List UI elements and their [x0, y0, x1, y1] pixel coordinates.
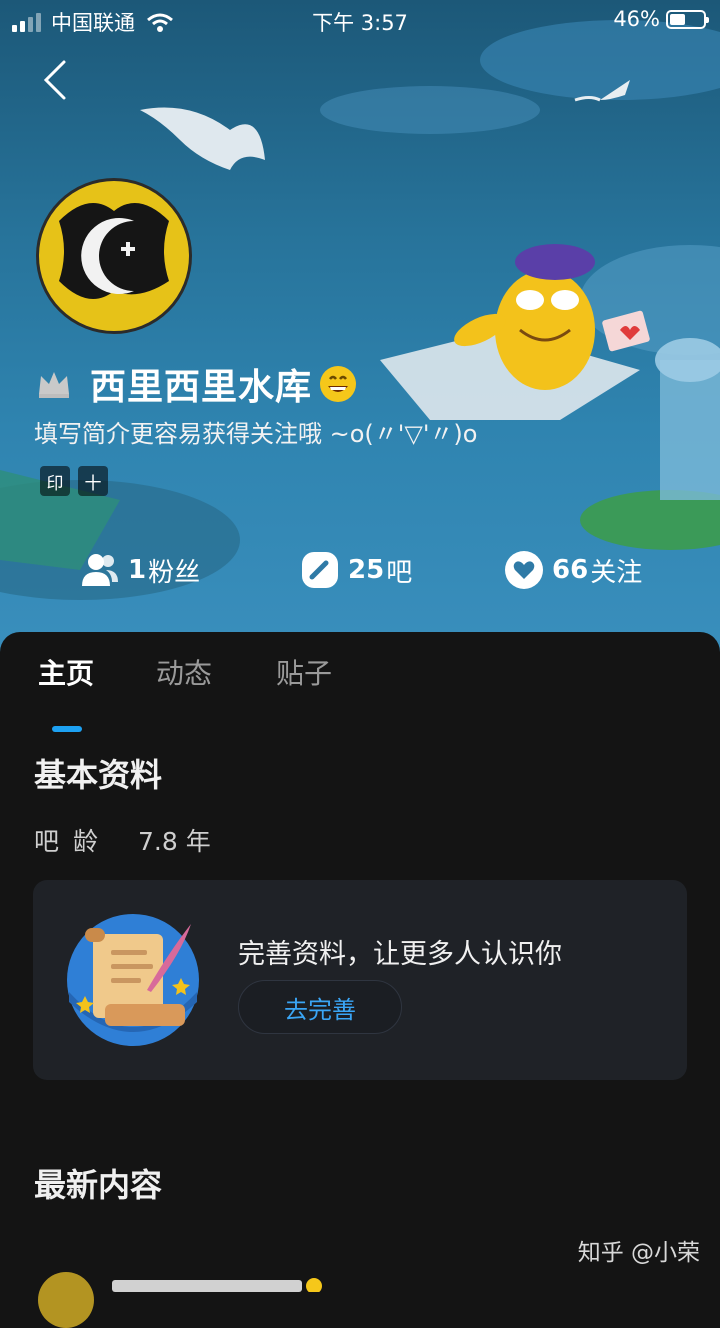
complete-profile-card[interactable]: 完善资料，让更多人认识你 去完善 — [33, 880, 687, 1080]
battery-icon — [666, 9, 709, 29]
bar-age-row: 吧龄 7.8 年 — [34, 822, 211, 858]
tab-bar: 主页 动态 贴子 — [0, 652, 720, 732]
bar-age-value: 7.8 年 — [138, 827, 211, 856]
grinning-face-icon — [320, 366, 357, 402]
scroll-quill-icon — [67, 914, 199, 1046]
stat-following-value: 66 — [552, 555, 589, 585]
stat-bars-value: 25 — [348, 555, 385, 585]
stat-following-label: 关注 — [590, 557, 643, 588]
username-row: 西里西里水库 — [36, 358, 358, 410]
chevron-left-icon[interactable] — [36, 58, 76, 102]
stat-fans[interactable]: 1 粉丝 — [80, 550, 200, 590]
latest-content-title: 最新内容 — [34, 1166, 163, 1204]
avatar[interactable] — [36, 178, 192, 334]
add-tag-button[interactable]: 十 — [78, 466, 108, 496]
content-panel: 主页 动态 贴子 基本资料 吧龄 7.8 年 完善资料，让更多人认识你 去完善 … — [0, 632, 720, 1292]
status-bar: 中国联通 下午 3:57 46% — [0, 0, 720, 40]
stats-row: 1 粉丝 25 吧 66 关注 — [0, 550, 720, 606]
tab-indicator — [52, 726, 82, 732]
watermark: 知乎 @小荣 — [577, 1240, 700, 1266]
tab-home[interactable]: 主页 — [38, 652, 94, 692]
stat-bars-label: 吧 — [386, 557, 413, 588]
tab-posts[interactable]: 贴子 — [276, 652, 332, 692]
stat-bars[interactable]: 25 吧 — [300, 550, 412, 590]
bar-age-label: 吧龄 — [34, 827, 113, 856]
crown-icon — [39, 372, 69, 398]
stat-fans-value: 1 — [128, 555, 147, 585]
battery-percent: 46% — [613, 7, 660, 31]
stat-following[interactable]: 66 关注 — [504, 550, 642, 590]
bar-icon — [302, 552, 338, 588]
complete-profile-button[interactable]: 去完善 — [238, 980, 402, 1034]
basic-info-title: 基本资料 — [34, 756, 163, 794]
bio-text[interactable]: 填写简介更容易获得关注哦 ~o(〃'▽'〃)o — [34, 414, 477, 449]
status-right: 46% — [613, 7, 709, 31]
stat-fans-label: 粉丝 — [148, 557, 201, 588]
heart-icon — [505, 551, 543, 589]
tag-seal[interactable]: 印 — [40, 466, 70, 496]
clock: 下午 3:57 — [312, 11, 408, 35]
latest-post-avatar[interactable] — [38, 1272, 94, 1328]
latest-post-name-peek — [112, 1278, 322, 1292]
users-icon — [82, 554, 118, 586]
username: 西里西里水库 — [90, 367, 313, 408]
complete-profile-title: 完善资料，让更多人认识你 — [238, 939, 562, 970]
avatar-emblem — [59, 203, 169, 299]
tab-activity[interactable]: 动态 — [156, 652, 212, 692]
tag-row: 印 十 — [40, 466, 108, 496]
